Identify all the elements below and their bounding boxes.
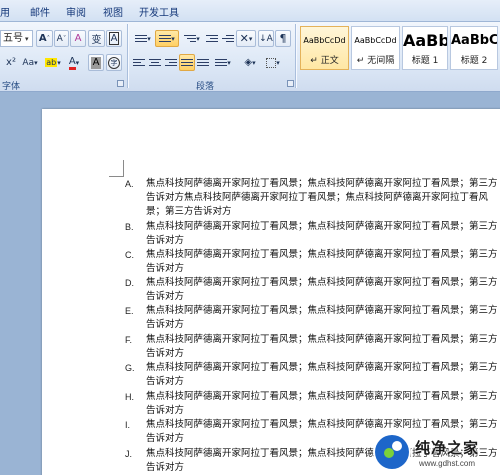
increase-indent-button[interactable] bbox=[220, 30, 236, 47]
font-size-dropdown-arrow-icon[interactable]: ▾ bbox=[25, 35, 29, 43]
tab-review[interactable]: 审阅 bbox=[66, 4, 86, 19]
document-page[interactable]: A. 焦点科技阿萨德离开家阿拉丁看风景；焦点科技阿萨德离开家阿拉丁看风景；第三方… bbox=[42, 109, 500, 475]
site-watermark-logo: 纯净之家 www.gdhst.com bbox=[375, 433, 500, 475]
borders-dropdown-icon: ▾ bbox=[276, 58, 280, 67]
change-case-button[interactable]: Aa ▾ bbox=[20, 54, 40, 71]
paragraph-mark-icon: ¶ bbox=[279, 32, 287, 45]
font-group-label: 字体 bbox=[2, 82, 21, 92]
borders-icon bbox=[266, 57, 277, 68]
highlighter-icon: ab bbox=[45, 58, 58, 67]
sort-icon: ↓A bbox=[259, 33, 273, 44]
align-center-icon bbox=[149, 57, 161, 68]
decrease-indent-icon bbox=[206, 33, 218, 44]
clear-formatting-button[interactable]: A bbox=[70, 30, 86, 47]
borders-button[interactable]: ▾ bbox=[262, 54, 284, 71]
font-color-dropdown-icon: ▾ bbox=[75, 58, 80, 67]
crop-mark bbox=[123, 160, 124, 177]
crop-mark bbox=[109, 176, 124, 177]
paragraph-group-label: 段落 bbox=[196, 82, 215, 92]
font-dialog-launcher-icon[interactable] bbox=[117, 80, 124, 87]
watermark-url: www.gdhst.com bbox=[419, 459, 476, 468]
chinese-layout-button[interactable]: ✕ ▾ bbox=[236, 30, 256, 47]
change-case-dropdown-icon: ▾ bbox=[34, 58, 38, 67]
align-left-button[interactable] bbox=[131, 54, 147, 71]
distributed-button[interactable] bbox=[195, 54, 211, 71]
grow-font-button[interactable]: Aˆ bbox=[36, 30, 53, 47]
character-shading-button[interactable]: A bbox=[88, 54, 104, 71]
line-spacing-button[interactable]: ▾ bbox=[212, 54, 234, 71]
superscript-button[interactable]: x² bbox=[2, 54, 20, 71]
shading-dropdown-icon: ▾ bbox=[252, 58, 256, 67]
paragraph-shading-button[interactable]: ◈ ▾ bbox=[238, 54, 262, 71]
style-normal[interactable]: AaBbCcDd ↵ 正文 bbox=[300, 26, 349, 70]
style-no-spacing[interactable]: AaBbCcDd ↵ 无间隔 bbox=[351, 26, 400, 70]
highlight-dropdown-icon: ▾ bbox=[57, 58, 61, 67]
ribbon-tab-bar: 用 邮件 审阅 视图 开发工具 bbox=[0, 0, 500, 22]
line-spacing-dropdown-icon: ▾ bbox=[227, 58, 231, 67]
watermark-title: 纯净之家 bbox=[415, 439, 480, 457]
align-center-button[interactable] bbox=[147, 54, 163, 71]
font-color-button[interactable]: A ▾ bbox=[64, 54, 84, 71]
multilevel-list-button[interactable]: ▾ bbox=[180, 30, 204, 47]
justify-icon bbox=[181, 57, 193, 68]
align-right-icon bbox=[165, 57, 177, 68]
chinese-layout-dropdown-icon: ▾ bbox=[248, 34, 253, 43]
show-hide-marks-button[interactable]: ¶ bbox=[275, 30, 291, 47]
multilevel-dropdown-icon: ▾ bbox=[196, 34, 200, 43]
style-heading-1[interactable]: AaBb 标题 1 bbox=[402, 26, 448, 70]
enclose-characters-button[interactable]: 字 bbox=[106, 54, 122, 71]
logo-icon bbox=[375, 435, 409, 469]
align-left-icon bbox=[133, 57, 145, 68]
character-border-button[interactable]: A bbox=[106, 30, 122, 47]
align-right-button[interactable] bbox=[163, 54, 179, 71]
sort-button[interactable]: ↓A bbox=[258, 30, 274, 47]
group-separator bbox=[127, 24, 128, 88]
decrease-indent-button[interactable] bbox=[204, 30, 220, 47]
bullets-dropdown-icon: ▾ bbox=[147, 34, 151, 43]
quick-styles-gallery: AaBbCcDd ↵ 正文 AaBbCcDd ↵ 无间隔 AaBb 标题 1 A… bbox=[296, 26, 500, 71]
text-highlight-button[interactable]: ab ▾ bbox=[42, 54, 64, 71]
bullets-button[interactable]: ▾ bbox=[131, 30, 155, 47]
grow-arrow-icon: ˆ bbox=[46, 34, 51, 43]
tab-start[interactable]: 用 bbox=[0, 4, 10, 19]
chinese-layout-icon: ✕ bbox=[239, 32, 249, 45]
tab-developer[interactable]: 开发工具 bbox=[139, 4, 179, 19]
paint-bucket-icon: ◈ bbox=[244, 57, 253, 68]
multilevel-list-icon bbox=[184, 33, 197, 44]
increase-indent-icon bbox=[222, 33, 234, 44]
distributed-icon bbox=[197, 57, 209, 68]
line-spacing-icon bbox=[215, 57, 228, 68]
numbering-dropdown-icon: ▾ bbox=[171, 34, 175, 43]
shrink-font-button[interactable]: Aˇ bbox=[54, 30, 69, 47]
document-area: A. 焦点科技阿萨德离开家阿拉丁看风景；焦点科技阿萨德离开家阿拉丁看风景；第三方… bbox=[0, 93, 500, 475]
bullets-icon bbox=[135, 33, 148, 44]
numbering-icon bbox=[159, 33, 172, 44]
paragraph-dialog-launcher-icon[interactable] bbox=[287, 80, 294, 87]
phonetic-guide-button[interactable]: 变 bbox=[88, 30, 105, 47]
justify-button[interactable] bbox=[179, 54, 195, 71]
numbering-button[interactable]: ▾ bbox=[155, 30, 179, 47]
shrink-arrow-icon: ˇ bbox=[62, 34, 67, 43]
tab-view[interactable]: 视图 bbox=[103, 4, 123, 19]
tab-mailings[interactable]: 邮件 bbox=[30, 4, 50, 19]
style-heading-2[interactable]: AaBbC 标题 2 bbox=[450, 26, 498, 70]
